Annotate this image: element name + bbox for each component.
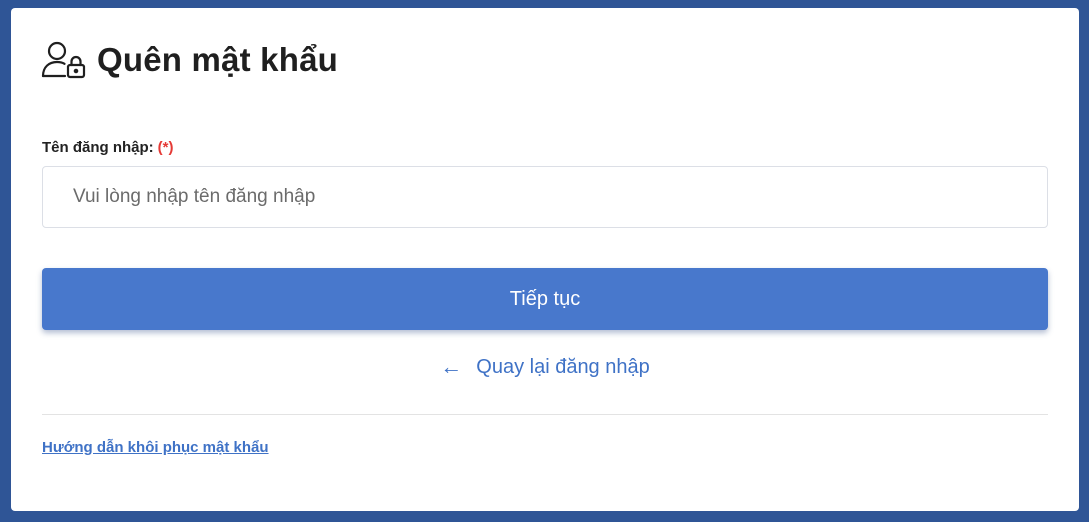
username-input[interactable]	[43, 167, 1047, 227]
username-field-wrapper	[42, 166, 1048, 228]
continue-button-label: Tiếp tục	[509, 287, 581, 310]
required-marker: (*)	[157, 139, 174, 156]
back-to-login-label: Quay lại đăng nhập	[476, 356, 650, 378]
username-label-row: Tên đăng nhập: (*)	[42, 139, 174, 156]
page-title: Quên mật khẩu	[97, 41, 338, 78]
password-recovery-guide-link[interactable]: Hướng dẫn khôi phục mật khẩu	[42, 439, 269, 456]
continue-button[interactable]: Tiếp tục	[42, 268, 1048, 330]
user-lock-icon	[41, 40, 87, 80]
page-header: Quên mật khẩu	[41, 40, 338, 80]
divider	[42, 414, 1048, 415]
arrow-left-icon: ←	[440, 353, 463, 379]
forgot-password-card: Quên mật khẩu Tên đăng nhập:(*) Tiếp tục…	[11, 8, 1079, 511]
username-label: Tên đăng nhập:	[42, 139, 154, 156]
back-to-login-link[interactable]: ← Quay lại đăng nhập	[11, 353, 1079, 379]
